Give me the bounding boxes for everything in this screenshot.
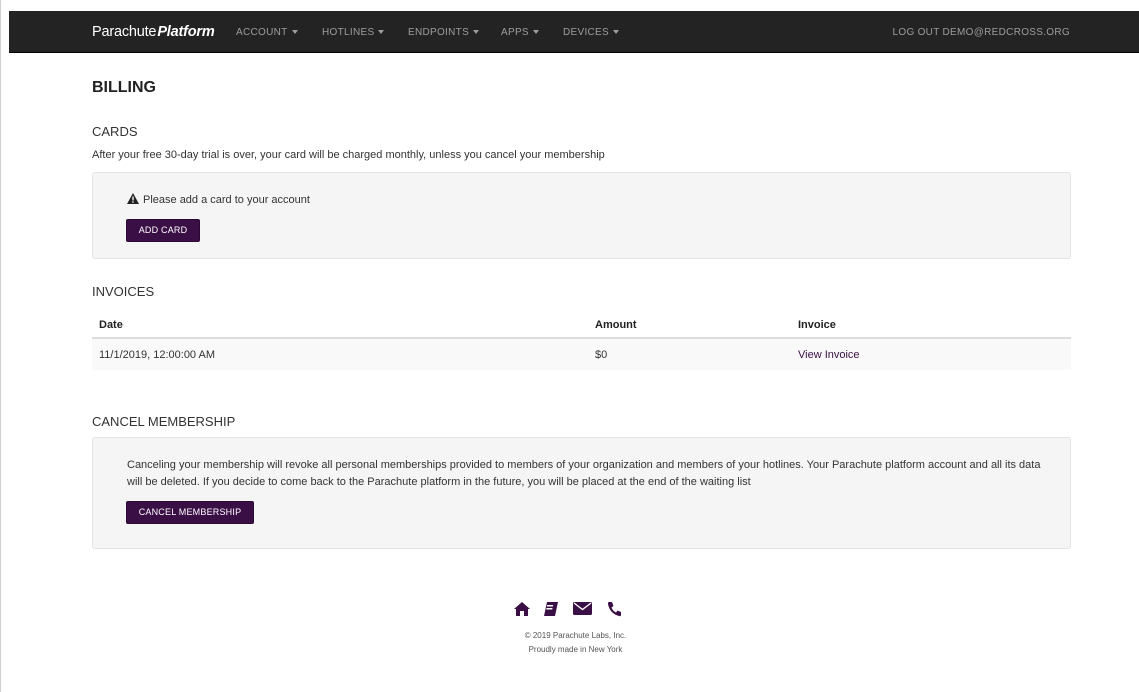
footer-tagline: Proudly made in New York bbox=[528, 645, 623, 654]
brand-name: Parachute bbox=[92, 24, 157, 40]
caret-down-icon bbox=[291, 30, 298, 34]
cards-well: Please add a card to your account ADD CA… bbox=[92, 172, 1071, 259]
cards-description: After your free 30-day trial is over, yo… bbox=[92, 149, 605, 161]
invoice-date: 11/1/2019, 12:00:00 AM bbox=[92, 338, 588, 370]
nav-endpoints-label: ENDPOINTS bbox=[408, 27, 470, 38]
table-row: 11/1/2019, 12:00:00 AM $0 View Invoice bbox=[92, 338, 1071, 370]
invoices-table: Date Amount Invoice 11/1/2019, 12:00:00 … bbox=[92, 313, 1071, 370]
cancel-membership-button[interactable]: CANCEL MEMBERSHIP bbox=[126, 501, 254, 524]
nav-account-label: ACCOUNT bbox=[236, 27, 288, 38]
book-icon[interactable] bbox=[543, 601, 559, 622]
nav-devices[interactable]: DEVICES bbox=[563, 27, 620, 38]
caret-down-icon bbox=[613, 30, 620, 34]
invoice-amount: $0 bbox=[588, 338, 791, 370]
invoices-title: INVOICES bbox=[92, 284, 155, 299]
top-navbar: Parachute Platform ACCOUNT HOTLINES ENDP… bbox=[9, 11, 1139, 53]
cancel-membership-text: Canceling your membership will revoke al… bbox=[127, 459, 1041, 488]
envelope-icon[interactable] bbox=[573, 601, 592, 621]
caret-down-icon bbox=[378, 30, 385, 34]
view-invoice-cell: View Invoice bbox=[791, 338, 1071, 370]
brand-platform: Platform bbox=[157, 24, 215, 40]
nav-devices-label: DEVICES bbox=[563, 27, 610, 38]
logout-link[interactable]: LOG OUT DEMO@REDCROSS.ORG bbox=[893, 27, 1071, 38]
nav-apps[interactable]: APPS bbox=[501, 27, 539, 38]
phone-icon[interactable] bbox=[607, 601, 622, 622]
brand-logo[interactable]: Parachute Platform bbox=[92, 24, 215, 40]
warning-icon bbox=[127, 193, 139, 204]
view-invoice-link[interactable]: View Invoice bbox=[798, 349, 860, 361]
nav-endpoints[interactable]: ENDPOINTS bbox=[408, 27, 480, 38]
home-icon[interactable] bbox=[513, 601, 531, 622]
cancel-well: Canceling your membership will revoke al… bbox=[92, 437, 1071, 549]
column-header-amount: Amount bbox=[588, 313, 791, 339]
nav-hotlines[interactable]: HOTLINES bbox=[322, 27, 385, 38]
caret-down-icon bbox=[532, 30, 539, 34]
card-warning: Please add a card to your account bbox=[127, 193, 310, 206]
table-header-row: Date Amount Invoice bbox=[92, 313, 1071, 339]
page-frame: Parachute Platform ACCOUNT HOTLINES ENDP… bbox=[0, 0, 1139, 692]
caret-down-icon bbox=[473, 30, 480, 34]
page-title: BILLING bbox=[92, 79, 156, 96]
footer-copyright: © 2019 Parachute Labs, Inc. bbox=[524, 631, 627, 640]
add-card-button[interactable]: ADD CARD bbox=[126, 219, 200, 242]
nav-hotlines-label: HOTLINES bbox=[322, 27, 375, 38]
cancel-membership-title: CANCEL MEMBERSHIP bbox=[92, 414, 236, 429]
column-header-date: Date bbox=[92, 313, 588, 339]
column-header-invoice: Invoice bbox=[791, 313, 1071, 339]
nav-account[interactable]: ACCOUNT bbox=[236, 27, 298, 38]
nav-apps-label: APPS bbox=[501, 27, 529, 38]
card-warning-text: Please add a card to your account bbox=[143, 194, 310, 206]
cards-title: CARDS bbox=[92, 124, 138, 139]
